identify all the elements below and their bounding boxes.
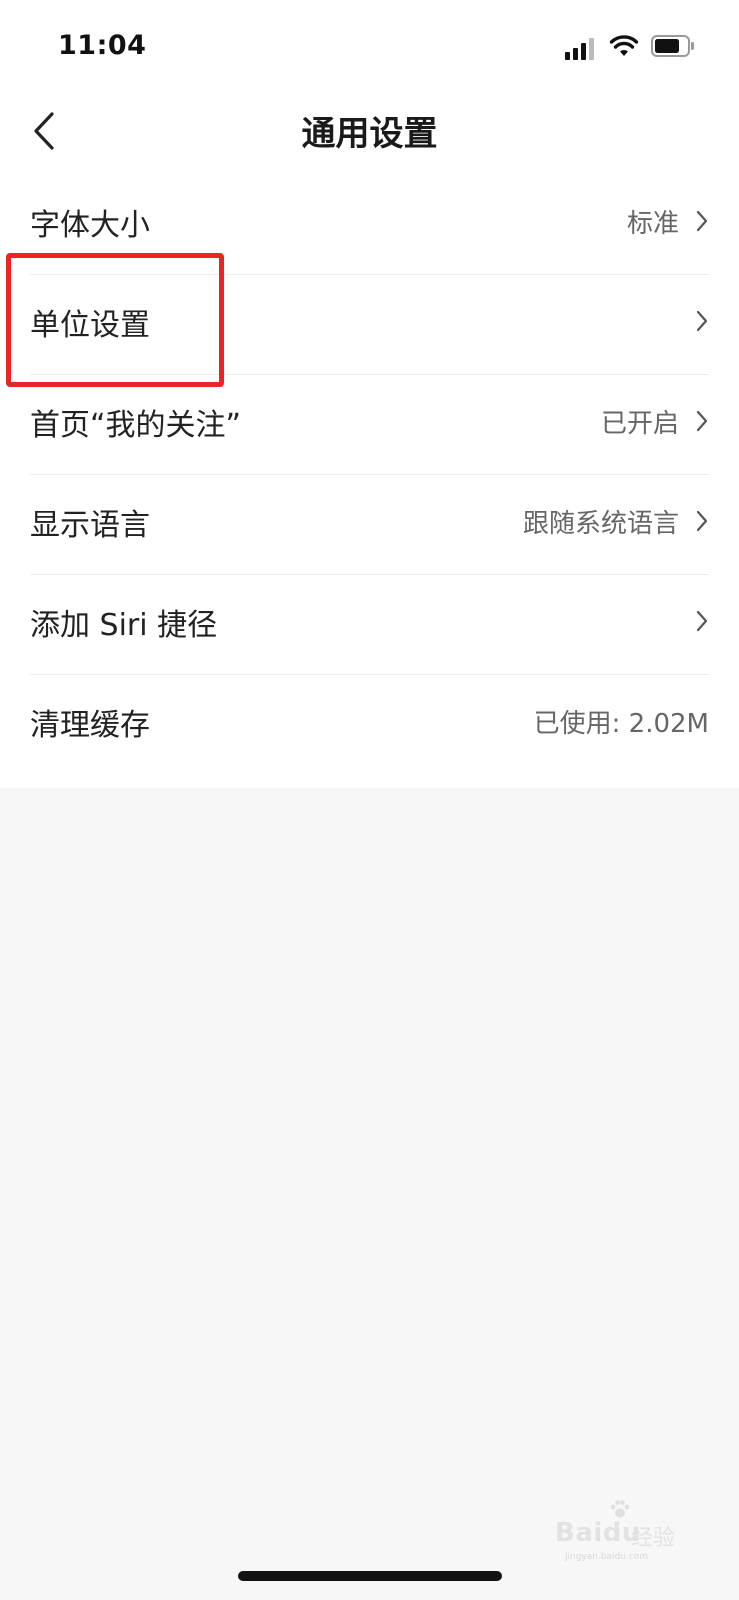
settings-row-value: 标准: [626, 209, 679, 239]
settings-row-language[interactable]: 显示语言 跟随系统语言: [30, 472, 709, 575]
settings-row-label: 清理缓存: [30, 708, 150, 743]
settings-row-label: 显示语言: [30, 508, 150, 543]
settings-row-value: 已开启: [600, 409, 679, 439]
watermark-url: jingyan.baidu.com: [565, 1552, 649, 1562]
chevron-right-icon: [696, 210, 708, 232]
chevron-right-icon: [696, 510, 708, 532]
baidu-watermark: Baidu 经验 jingyan.baidu.com: [555, 1498, 705, 1562]
chevron-right-icon: [696, 310, 708, 332]
status-time: 11:04: [58, 30, 147, 61]
settings-row-home-follow[interactable]: 首页“我的关注” 已开启: [30, 372, 709, 475]
settings-row-value: 跟随系统语言: [522, 509, 679, 539]
settings-row-siri[interactable]: 添加 Siri 捷径: [30, 572, 709, 675]
signal-icon: [565, 36, 597, 60]
header: 11:04 通用设置: [0, 0, 739, 173]
battery-icon: [651, 35, 694, 57]
page-title: 通用设置: [301, 114, 438, 154]
watermark-brand: Baidu: [555, 1518, 641, 1548]
chevron-right-icon: [696, 610, 708, 632]
highlight-box: [6, 253, 224, 387]
settings-row-value: 已使用: 2.02M: [533, 709, 709, 739]
settings-row-clear-cache[interactable]: 清理缓存 已使用: 2.02M: [30, 672, 709, 774]
wifi-icon: [609, 35, 639, 56]
settings-row-label: 首页“我的关注”: [30, 408, 242, 443]
status-icons: [565, 34, 705, 60]
settings-row-label: 字体大小: [30, 208, 150, 243]
chevron-right-icon: [696, 410, 708, 432]
watermark-sub: 经验: [631, 1526, 676, 1551]
home-indicator: [238, 1571, 502, 1581]
paw-icon: [610, 1500, 630, 1518]
settings-row-label: 添加 Siri 捷径: [30, 608, 218, 643]
